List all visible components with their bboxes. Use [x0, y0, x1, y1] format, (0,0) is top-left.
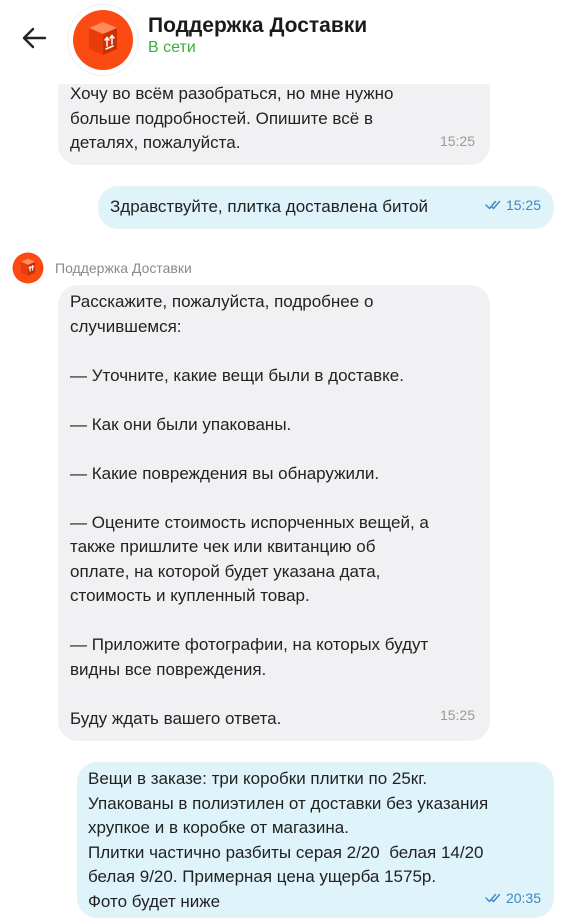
time-label: 15:25 — [505, 196, 541, 213]
time-label: 20:35 — [505, 889, 541, 906]
message-text: Хочу во всём разобраться, но мне нужно б… — [70, 84, 394, 152]
double-check-icon — [485, 200, 501, 209]
chat-header: Поддержка Доставки В сети — [0, 0, 571, 84]
message-bubble-outgoing[interactable]: Здравствуйте, плитка доставлена битой 15… — [98, 186, 554, 229]
message-time: 20:35 — [485, 886, 541, 911]
chat-title: Поддержка Доставки — [148, 14, 368, 37]
double-check-icon — [485, 893, 501, 902]
back-button[interactable] — [18, 22, 50, 54]
sender-row: Поддержка Доставки — [12, 251, 192, 285]
message-text: Расскажите, пожалуйста, подробнее о случ… — [70, 292, 429, 728]
online-status: В сети — [148, 39, 196, 56]
message-bubble-incoming[interactable]: Расскажите, пожалуйста, подробнее о случ… — [58, 285, 490, 741]
arrow-left-icon — [22, 27, 47, 49]
message-bubble-outgoing[interactable]: Вещи в заказе: три коробки плитки по 25к… — [77, 762, 554, 918]
sender-avatar[interactable] — [12, 252, 44, 284]
delivery-box-icon — [12, 252, 44, 284]
message-time: 15:25 — [485, 193, 541, 218]
message-time: 15:25 — [439, 132, 475, 149]
sender-name: Поддержка Доставки — [55, 260, 192, 276]
message-text: Здравствуйте, плитка доставлена битой — [110, 197, 429, 216]
delivery-box-icon — [73, 10, 133, 70]
avatar[interactable] — [68, 5, 138, 75]
message-time: 15:25 — [439, 706, 475, 723]
message-text: Вещи в заказе: три коробки плитки по 25к… — [88, 769, 489, 911]
